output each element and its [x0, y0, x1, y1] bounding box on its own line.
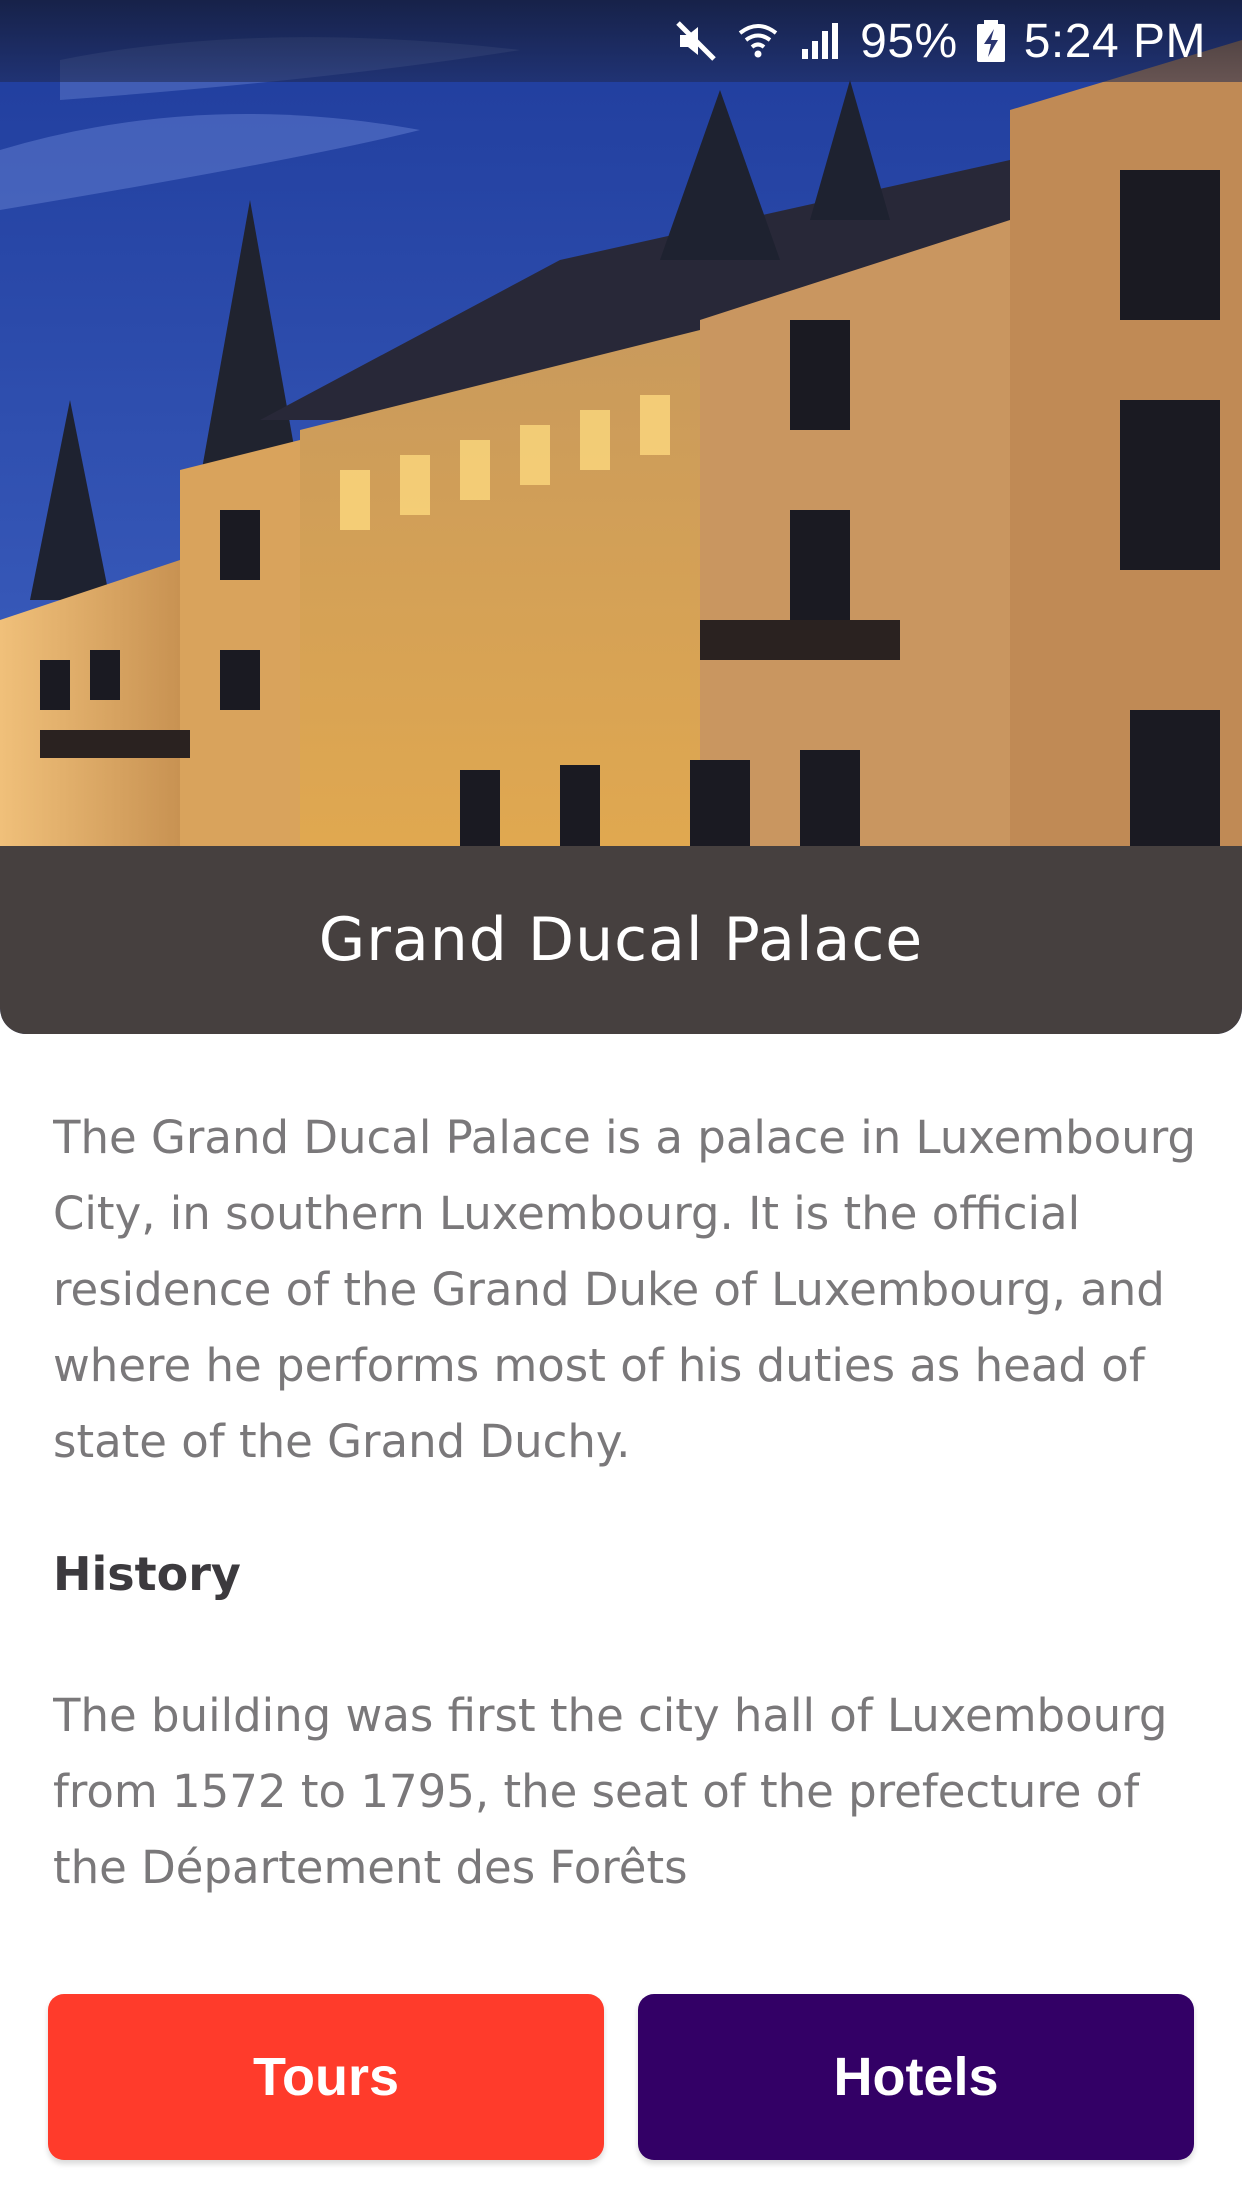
battery-percent: 95%: [860, 14, 958, 68]
content-scroll[interactable]: The Grand Ducal Palace is a palace in Lu…: [53, 1100, 1203, 1944]
signal-icon: [802, 23, 839, 59]
title-band: Grand Ducal Palace: [0, 846, 1242, 1034]
wifi-icon: [738, 24, 778, 58]
mute-icon: [676, 21, 716, 61]
hotels-button[interactable]: Hotels: [638, 1994, 1194, 2160]
action-bar: Tours Hotels: [0, 1944, 1242, 2208]
palace-photo: [0, 0, 1242, 846]
tours-button[interactable]: Tours: [48, 1994, 604, 2160]
status-bar: 95% 5:24 PM: [0, 0, 1242, 82]
history-heading: History: [53, 1547, 241, 1601]
battery-charging-icon: [976, 20, 1005, 62]
history-text: The building was first the city hall of …: [53, 1689, 1168, 1894]
place-title: Grand Ducal Palace: [318, 905, 924, 975]
hero-card: 95% 5:24 PM Grand Ducal Palace: [0, 0, 1242, 1034]
place-description: The Grand Ducal Palace is a palace in Lu…: [53, 1111, 1196, 1468]
status-time: 5:24 PM: [1023, 14, 1206, 68]
